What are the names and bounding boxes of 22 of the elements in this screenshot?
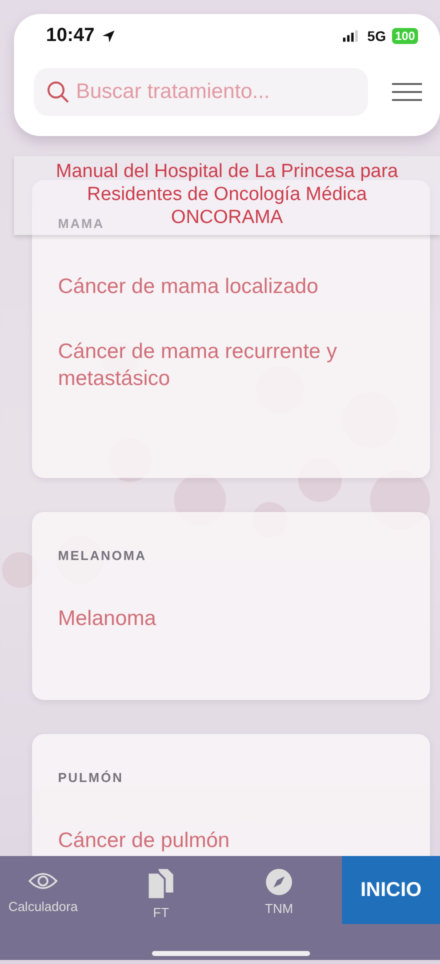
- compass-icon: [264, 868, 294, 896]
- section-title: PULMÓN: [58, 770, 124, 785]
- battery-level: 100: [392, 28, 418, 44]
- treatment-link[interactable]: Cáncer de mama recurrente y metastásico: [58, 338, 404, 392]
- banner-text: Residentes de Oncología Médica: [87, 183, 367, 206]
- section-title: MAMA: [58, 216, 104, 231]
- banner-text: ONCORAMA: [171, 206, 283, 229]
- status-time: 10:47: [46, 25, 95, 47]
- network-label: 5G: [367, 28, 386, 44]
- banner-text: Manual del Hospital de La Princesa para: [56, 160, 398, 183]
- documents-icon: [146, 868, 176, 900]
- menu-icon: [392, 82, 422, 102]
- tab-button[interactable]: Calculadora: [0, 856, 86, 924]
- search-field[interactable]: Buscar tratamiento...: [34, 68, 368, 116]
- treatment-link[interactable]: Cáncer de mama localizado: [58, 273, 404, 300]
- section-title: MELANOMA: [58, 548, 147, 563]
- tab-button[interactable]: FT: [118, 856, 204, 924]
- treatment-link[interactable]: Cáncer de pulmón: [58, 827, 404, 854]
- location-arrow-icon: [100, 28, 116, 44]
- treatment-link[interactable]: Melanoma: [58, 605, 404, 632]
- tab-button[interactable]: INICIO: [342, 856, 440, 924]
- tab-button[interactable]: TNM: [236, 856, 322, 924]
